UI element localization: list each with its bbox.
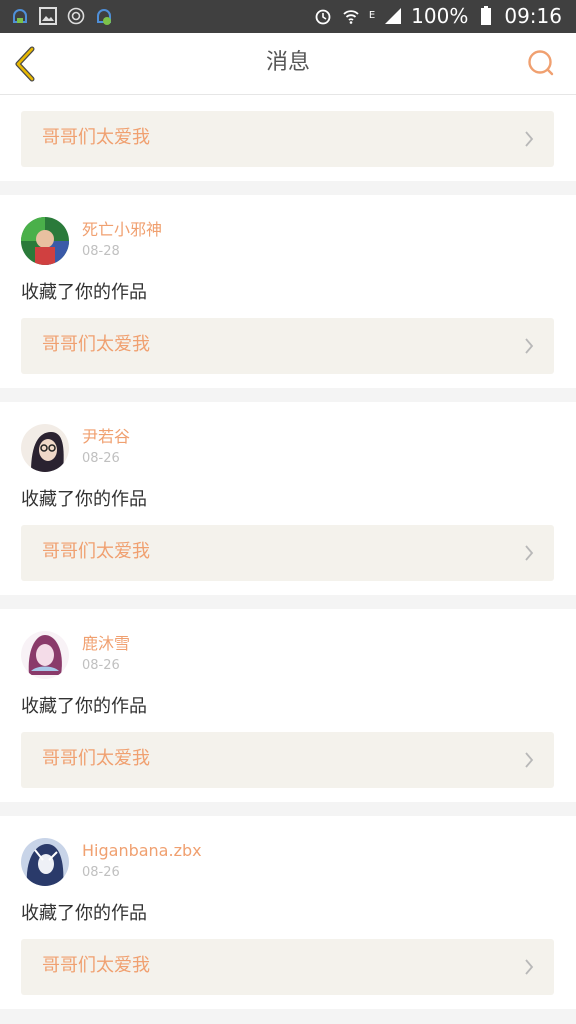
work-title: 哥哥们太爱我 [42,541,150,562]
status-left-icons [10,6,114,26]
message-card: 尹若谷 08-26 收藏了你的作品 哥哥们太爱我 [0,402,576,595]
username[interactable]: 尹若谷 [82,427,130,447]
message-card-partial: 哥哥们太爱我 [0,95,576,181]
search-icon [528,50,554,76]
battery-percent: 100% [411,4,469,28]
message-date: 08-26 [82,451,120,466]
signal-icon [383,6,403,26]
clock: 09:16 [504,4,562,28]
action-text: 收藏了你的作品 [21,489,147,510]
battery-icon [476,6,496,26]
avatar[interactable] [21,838,69,886]
username[interactable]: Higanbana.zbx [82,841,202,861]
message-card: 鹿沐雪 08-26 收藏了你的作品 哥哥们太爱我 [0,609,576,802]
message-card: 死亡小邪神 08-28 收藏了你的作品 哥哥们太爱我 [0,195,576,388]
page-title: 消息 [265,50,310,75]
notification-icon [10,6,30,26]
work-link[interactable]: 哥哥们太爱我 [21,732,554,788]
avatar[interactable] [21,631,69,679]
message-date: 08-28 [82,244,120,259]
chevron-right-icon [525,752,534,768]
message-list: 哥哥们太爱我 死亡小邪神 08-28 收藏了你的作品 哥哥们太爱我 尹若谷 08… [0,95,576,1009]
chevron-right-icon [525,545,534,561]
work-link[interactable]: 哥哥们太爱我 [21,318,554,374]
target-icon [66,6,86,26]
message-card: Higanbana.zbx 08-26 收藏了你的作品 哥哥们太爱我 [0,816,576,1009]
work-title: 哥哥们太爱我 [42,748,150,769]
work-title: 哥哥们太爱我 [42,334,150,355]
avatar[interactable] [21,424,69,472]
alarm-icon [313,6,333,26]
download-icon [94,6,114,26]
action-text: 收藏了你的作品 [21,282,147,303]
search-button[interactable] [526,48,556,78]
navigation-bar: 消息 [0,33,576,95]
chevron-right-icon [525,959,534,975]
work-title: 哥哥们太爱我 [42,127,150,148]
message-date: 08-26 [82,658,120,673]
wifi-icon [341,6,361,26]
work-link[interactable]: 哥哥们太爱我 [21,525,554,581]
avatar[interactable] [21,217,69,265]
username[interactable]: 死亡小邪神 [82,220,162,240]
username[interactable]: 鹿沐雪 [82,634,130,654]
image-icon [38,6,58,26]
chevron-right-icon [525,131,534,147]
status-right-icons: E 100% 09:16 [313,4,562,28]
action-text: 收藏了你的作品 [21,903,147,924]
network-type-label: E [368,10,376,21]
action-text: 收藏了你的作品 [21,696,147,717]
status-bar: E 100% 09:16 [0,0,576,33]
work-link[interactable]: 哥哥们太爱我 [21,939,554,995]
work-title: 哥哥们太爱我 [42,955,150,976]
chevron-right-icon [525,338,534,354]
work-link[interactable]: 哥哥们太爱我 [21,111,554,167]
message-date: 08-26 [82,865,120,880]
